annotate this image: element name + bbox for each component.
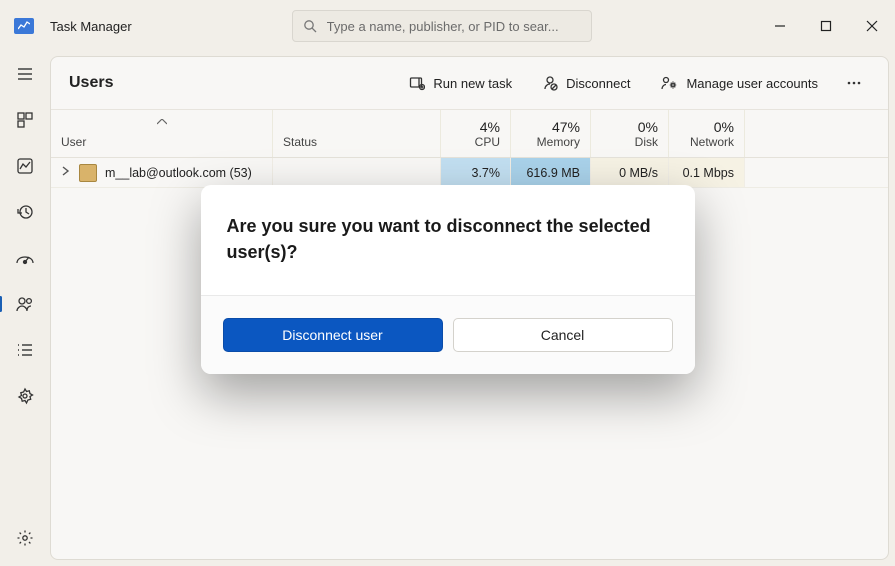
history-icon[interactable]: [13, 200, 37, 224]
disconnect-icon: [542, 75, 558, 91]
minimize-button[interactable]: [757, 1, 803, 51]
table-header: User Status 4% CPU 47% Memory 0% Disk 0%…: [51, 110, 888, 158]
memory-percent: 47%: [521, 119, 580, 135]
row-network: 0.1 Mbps: [669, 158, 745, 187]
dialog-message: Are you sure you want to disconnect the …: [201, 185, 695, 296]
run-task-icon: [409, 75, 425, 91]
column-memory[interactable]: 47% Memory: [511, 110, 591, 157]
sort-indicator-icon: [157, 114, 167, 128]
column-disk[interactable]: 0% Disk: [591, 110, 669, 157]
settings-icon[interactable]: [13, 526, 37, 550]
more-button[interactable]: [838, 69, 870, 97]
network-label: Network: [679, 135, 734, 149]
table-row[interactable]: m__lab@outlook.com (53) 3.7% 616.9 MB 0 …: [51, 158, 888, 188]
window-controls: [757, 1, 895, 51]
run-new-task-label: Run new task: [433, 76, 512, 91]
more-icon: [846, 75, 862, 91]
avatar: [79, 164, 97, 182]
chevron-right-icon[interactable]: [61, 166, 71, 179]
startup-icon[interactable]: [13, 246, 37, 270]
search-input[interactable]: Type a name, publisher, or PID to sear..…: [292, 10, 592, 42]
performance-icon[interactable]: [13, 154, 37, 178]
maximize-button[interactable]: [803, 1, 849, 51]
column-status[interactable]: Status: [273, 110, 441, 157]
row-memory: 616.9 MB: [511, 158, 591, 187]
close-button[interactable]: [849, 1, 895, 51]
cpu-label: CPU: [451, 135, 500, 149]
processes-icon[interactable]: [13, 108, 37, 132]
app-title: Task Manager: [50, 19, 132, 34]
title-bar: Task Manager Type a name, publisher, or …: [0, 0, 895, 52]
column-user[interactable]: User: [51, 110, 273, 157]
row-status: [273, 158, 441, 187]
manage-accounts-button[interactable]: Manage user accounts: [650, 69, 828, 97]
manage-accounts-label: Manage user accounts: [686, 76, 818, 91]
disk-percent: 0%: [601, 119, 658, 135]
page-header: Users Run new task Disconnect Manage use…: [51, 57, 888, 110]
services-icon[interactable]: [13, 384, 37, 408]
search-icon: [303, 19, 317, 33]
disconnect-label: Disconnect: [566, 76, 630, 91]
details-icon[interactable]: [13, 338, 37, 362]
search-placeholder: Type a name, publisher, or PID to sear..…: [327, 19, 559, 34]
column-network[interactable]: 0% Network: [669, 110, 745, 157]
manage-accounts-icon: [660, 75, 678, 91]
column-user-label: User: [61, 135, 262, 149]
disconnect-button[interactable]: Disconnect: [532, 69, 640, 97]
users-icon[interactable]: [13, 292, 37, 316]
column-status-label: Status: [283, 135, 430, 149]
confirm-dialog: Are you sure you want to disconnect the …: [201, 185, 695, 374]
cancel-button[interactable]: Cancel: [453, 318, 673, 352]
menu-icon[interactable]: [13, 62, 37, 86]
run-new-task-button[interactable]: Run new task: [399, 69, 522, 97]
cpu-percent: 4%: [451, 119, 500, 135]
row-user-name: m__lab@outlook.com (53): [105, 166, 252, 180]
app-icon: [14, 18, 34, 34]
row-disk: 0 MB/s: [591, 158, 669, 187]
sidebar: [0, 52, 50, 566]
network-percent: 0%: [679, 119, 734, 135]
page-title: Users: [69, 74, 113, 92]
column-cpu[interactable]: 4% CPU: [441, 110, 511, 157]
row-cpu: 3.7%: [441, 158, 511, 187]
disconnect-user-button[interactable]: Disconnect user: [223, 318, 443, 352]
disk-label: Disk: [601, 135, 658, 149]
memory-label: Memory: [521, 135, 580, 149]
